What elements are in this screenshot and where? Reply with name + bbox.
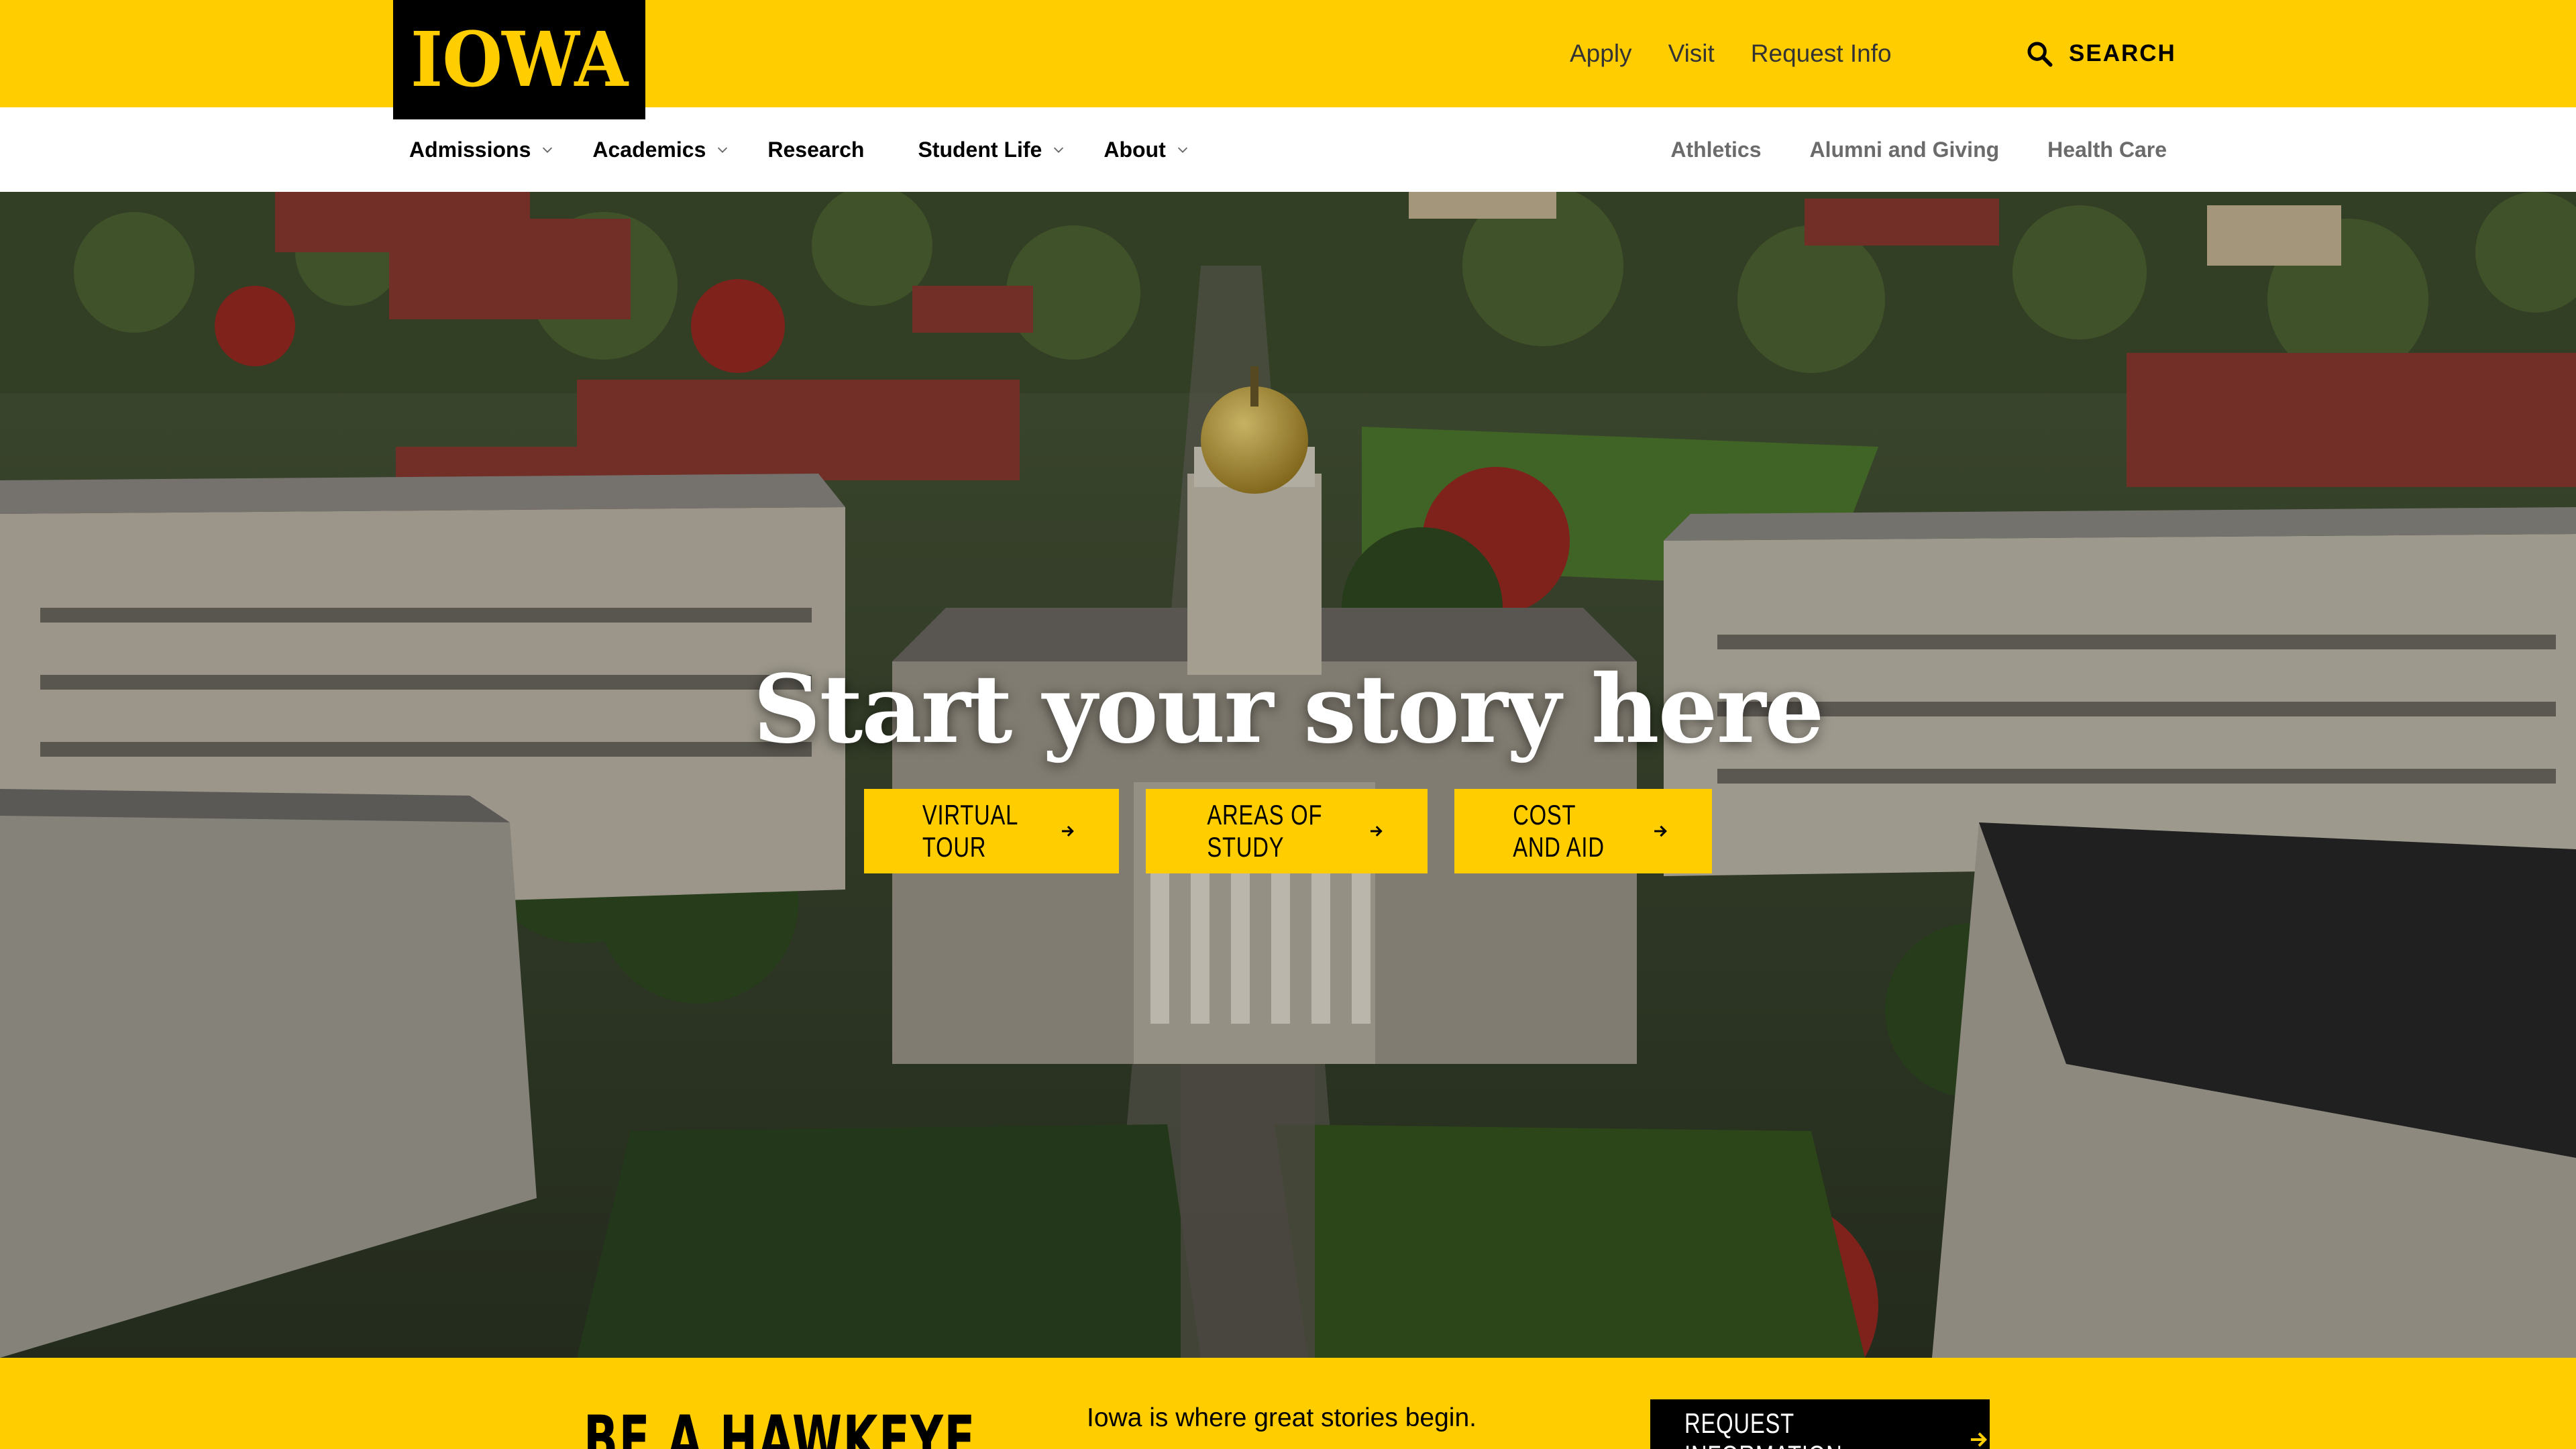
- visit-link[interactable]: Visit: [1668, 40, 1715, 68]
- chevron-down-icon: [1054, 147, 1064, 153]
- areas-of-study-label: AREAS OF STUDY: [1207, 799, 1323, 863]
- athletics-link[interactable]: Athletics: [1670, 138, 1761, 162]
- band-tagline: Iowa is where great stories begin.: [1087, 1403, 1477, 1432]
- nav-label-about: About: [1104, 137, 1166, 162]
- main-navbar: Admissions Academics Research Student Li…: [0, 107, 2576, 192]
- apply-link[interactable]: Apply: [1570, 40, 1632, 68]
- nav-item-about[interactable]: About: [1104, 138, 1189, 162]
- request-info-link[interactable]: Request Info: [1751, 40, 1892, 68]
- secondary-nav: Athletics Alumni and Giving Health Care: [1622, 107, 2167, 192]
- hero-overlay: [0, 192, 2576, 1358]
- nav-label-admissions: Admissions: [409, 137, 531, 162]
- top-bar: IOWA Apply Visit Request Info SEARCH: [0, 0, 2576, 119]
- alumni-giving-link[interactable]: Alumni and Giving: [1809, 138, 1999, 162]
- nav-label-student-life: Student Life: [918, 137, 1042, 162]
- nav-item-academics[interactable]: Academics: [592, 138, 730, 162]
- hawkeye-band: BE A HAWKEYE Iowa is where great stories…: [0, 1358, 2576, 1449]
- utility-nav: Apply Visit Request Info: [1570, 0, 1928, 107]
- nav-item-admissions[interactable]: Admissions: [409, 138, 555, 162]
- nav-item-research[interactable]: Research: [767, 138, 864, 162]
- arrow-right-icon: [1971, 1432, 1988, 1447]
- hero-cta-row: VIRTUAL TOUR AREAS OF STUDY COST AND AID: [0, 789, 2576, 873]
- iowa-logo[interactable]: IOWA: [393, 0, 645, 119]
- request-information-label: REQUEST INFORMATION: [1684, 1407, 1842, 1449]
- nav-label-academics: Academics: [592, 137, 706, 162]
- logo-text: IOWA: [411, 15, 628, 104]
- hero-title: Start your story here: [753, 655, 1824, 765]
- search-label: SEARCH: [2069, 40, 2176, 66]
- virtual-tour-button[interactable]: VIRTUAL TOUR: [864, 789, 1119, 873]
- primary-nav: Admissions Academics Research Student Li…: [409, 107, 1228, 192]
- arrow-right-icon: [1062, 826, 1075, 837]
- hero-section: Start your story here VIRTUAL TOUR AREAS…: [0, 192, 2576, 1358]
- chevron-down-icon: [543, 147, 553, 153]
- virtual-tour-label: VIRTUAL TOUR: [922, 799, 1018, 863]
- cost-and-aid-button[interactable]: COST AND AID: [1454, 789, 1712, 873]
- nav-item-student-life[interactable]: Student Life: [918, 138, 1066, 162]
- health-care-link[interactable]: Health Care: [2047, 138, 2167, 162]
- nav-label-research: Research: [767, 137, 865, 162]
- search-button[interactable]: SEARCH: [2026, 0, 2176, 107]
- search-icon: [2027, 42, 2053, 67]
- request-information-button[interactable]: REQUEST INFORMATION: [1650, 1399, 1990, 1449]
- cost-and-aid-label: COST AND AID: [1513, 799, 1605, 863]
- band-heading: BE A HAWKEYE: [584, 1402, 976, 1449]
- arrow-right-icon: [1371, 826, 1383, 837]
- arrow-right-icon: [1654, 825, 1668, 837]
- chevron-down-icon: [1177, 147, 1187, 153]
- chevron-down-icon: [718, 147, 728, 153]
- areas-of-study-button[interactable]: AREAS OF STUDY: [1146, 789, 1428, 873]
